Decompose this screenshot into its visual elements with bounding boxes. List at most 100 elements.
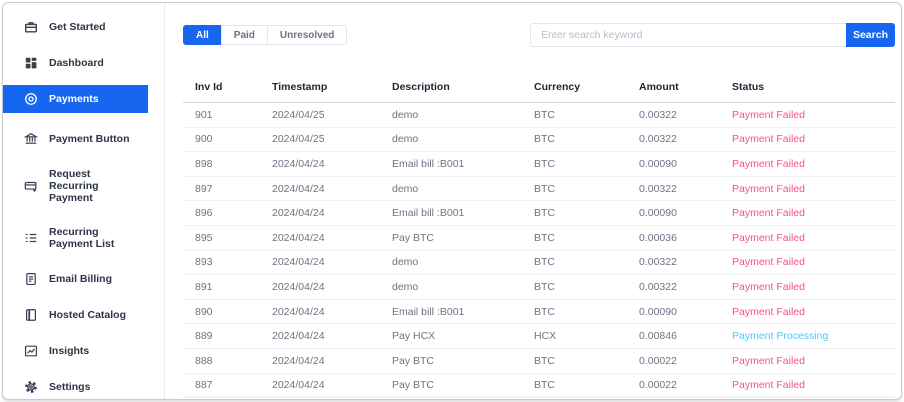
cell-inv-id: 900 [183, 127, 260, 153]
sidebar-item-settings[interactable]: Settings [3, 373, 148, 399]
briefcase-icon [24, 20, 38, 34]
status-badge: Payment Failed [720, 176, 895, 202]
filter-tab-unresolved[interactable]: Unresolved [266, 25, 348, 45]
cell-currency: BTC [522, 299, 627, 325]
table-row[interactable]: 891 2024/04/24 demo BTC 0.00322 Payment … [183, 274, 895, 300]
table-row[interactable]: 893 2024/04/24 demo BTC 0.00322 Payment … [183, 250, 895, 276]
cell-description: demo [380, 127, 522, 153]
cell-description: Pay BTC [380, 225, 522, 251]
search-button[interactable]: Search [845, 23, 895, 47]
sidebar-item-label: Hosted Catalog [49, 309, 127, 322]
table-row[interactable]: 898 2024/04/24 Email bill :B001 BTC 0.00… [183, 151, 895, 177]
sidebar-item-label: Request Recurring Payment [49, 168, 99, 205]
cell-amount: 0.00322 [627, 127, 720, 153]
cell-timestamp: 2024/04/24 [260, 274, 380, 300]
cell-currency: BTC [522, 176, 627, 202]
sidebar-item-recurring-payment-list[interactable]: Recurring Payment List [3, 219, 148, 257]
status-badge: Payment Failed [720, 348, 895, 374]
cell-inv-id: 897 [183, 176, 260, 202]
table-row[interactable]: 889 2024/04/24 Pay HCX HCX 0.00846 Payme… [183, 323, 895, 349]
status-badge: Payment Failed [720, 299, 895, 325]
sidebar-item-hosted-catalog[interactable]: Hosted Catalog [3, 301, 148, 329]
filter-tab-all[interactable]: All [183, 25, 222, 45]
sidebar-item-get-started[interactable]: Get Started [3, 13, 148, 41]
cell-timestamp: 2024/04/24 [260, 250, 380, 276]
payments-table: Inv Id Timestamp Description Currency Am… [183, 71, 895, 399]
sidebar: Get Started Dashboard Payments Payment B… [3, 3, 165, 399]
table-row[interactable]: 900 2024/04/25 demo BTC 0.00322 Payment … [183, 127, 895, 153]
sidebar-item-payments[interactable]: Payments [3, 85, 148, 113]
table-row[interactable]: 887 2024/04/24 Pay BTC BTC 0.00022 Payme… [183, 373, 895, 399]
column-header-currency: Currency [522, 71, 627, 103]
cell-currency: BTC [522, 250, 627, 276]
column-header-description: Description [380, 71, 522, 103]
cell-amount: 0.00322 [627, 274, 720, 300]
cell-amount: 0.00036 [627, 225, 720, 251]
table-row[interactable]: 888 2024/04/24 Pay BTC BTC 0.00022 Payme… [183, 348, 895, 374]
document-icon [24, 272, 38, 286]
cell-description: Email bill :B001 [380, 151, 522, 177]
column-header-inv-id: Inv Id [183, 71, 260, 103]
cell-amount: 0.00090 [627, 299, 720, 325]
table-row[interactable]: 895 2024/04/24 Pay BTC BTC 0.00036 Payme… [183, 225, 895, 251]
sidebar-item-payment-button[interactable]: Payment Button [3, 125, 148, 153]
sidebar-item-label: Settings [49, 381, 91, 394]
table-row[interactable]: 896 2024/04/24 Email bill :B001 BTC 0.00… [183, 200, 895, 226]
filter-tab-paid[interactable]: Paid [220, 25, 268, 45]
cell-timestamp: 2024/04/24 [260, 200, 380, 226]
table-row[interactable]: 901 2024/04/25 demo BTC 0.00322 Payment … [183, 102, 895, 128]
sidebar-item-label: Payments [49, 92, 99, 105]
cell-inv-id: 890 [183, 299, 260, 325]
sidebar-item-label: Payment Button [49, 132, 130, 145]
cell-timestamp: 2024/04/24 [260, 225, 380, 251]
sidebar-item-dashboard[interactable]: Dashboard [3, 49, 148, 77]
cell-currency: BTC [522, 127, 627, 153]
cell-timestamp: 2024/04/24 [260, 151, 380, 177]
cell-description: Email bill :B001 [380, 299, 522, 325]
cell-currency: BTC [522, 373, 627, 399]
sidebar-item-email-billing[interactable]: Email Billing [3, 265, 148, 293]
main-content: All Paid Unresolved Search Inv Id Timest… [165, 3, 901, 399]
cell-amount: 0.00090 [627, 151, 720, 177]
sidebar-item-insights[interactable]: Insights [3, 337, 148, 365]
column-header-status: Status [720, 71, 895, 103]
status-badge: Payment Failed [720, 250, 895, 276]
cell-currency: BTC [522, 102, 627, 128]
status-badge: Payment Failed [720, 225, 895, 251]
list-icon [24, 231, 38, 245]
cell-amount: 0.00022 [627, 373, 720, 399]
cell-description: Pay BTC [380, 348, 522, 374]
cell-description: Pay BTC [380, 373, 522, 399]
cell-currency: BTC [522, 151, 627, 177]
filter-tabs: All Paid Unresolved [183, 25, 348, 45]
cell-currency: BTC [522, 200, 627, 226]
status-badge: Payment Failed [720, 373, 895, 399]
table-header-row: Inv Id Timestamp Description Currency Am… [183, 71, 895, 103]
cell-timestamp: 2024/04/24 [260, 176, 380, 202]
cell-inv-id: 893 [183, 250, 260, 276]
table-row[interactable]: 897 2024/04/24 demo BTC 0.00322 Payment … [183, 176, 895, 202]
cell-description: demo [380, 274, 522, 300]
status-badge: Payment Failed [720, 200, 895, 226]
table-row[interactable]: 890 2024/04/24 Email bill :B001 BTC 0.00… [183, 299, 895, 325]
cell-timestamp: 2024/04/24 [260, 323, 380, 349]
search-input[interactable] [529, 23, 846, 47]
search-bar: Search [529, 23, 895, 47]
cell-inv-id: 898 [183, 151, 260, 177]
sidebar-item-label: Get Started [49, 20, 106, 33]
bank-icon [24, 132, 38, 146]
cell-inv-id: 887 [183, 373, 260, 399]
cell-timestamp: 2024/04/24 [260, 373, 380, 399]
status-badge: Payment Failed [720, 102, 895, 128]
dashboard-grid-icon [24, 56, 38, 70]
status-badge: Payment Processing [720, 323, 895, 349]
status-badge: Payment Failed [720, 151, 895, 177]
sidebar-item-request-recurring-payment[interactable]: Request Recurring Payment [3, 161, 148, 211]
cell-description: demo [380, 250, 522, 276]
card-plus-icon [24, 179, 38, 193]
cell-timestamp: 2024/04/24 [260, 348, 380, 374]
chart-icon [24, 344, 38, 358]
sidebar-item-label: Recurring Payment List [49, 226, 115, 251]
column-header-timestamp: Timestamp [260, 71, 380, 103]
cell-currency: HCX [522, 323, 627, 349]
